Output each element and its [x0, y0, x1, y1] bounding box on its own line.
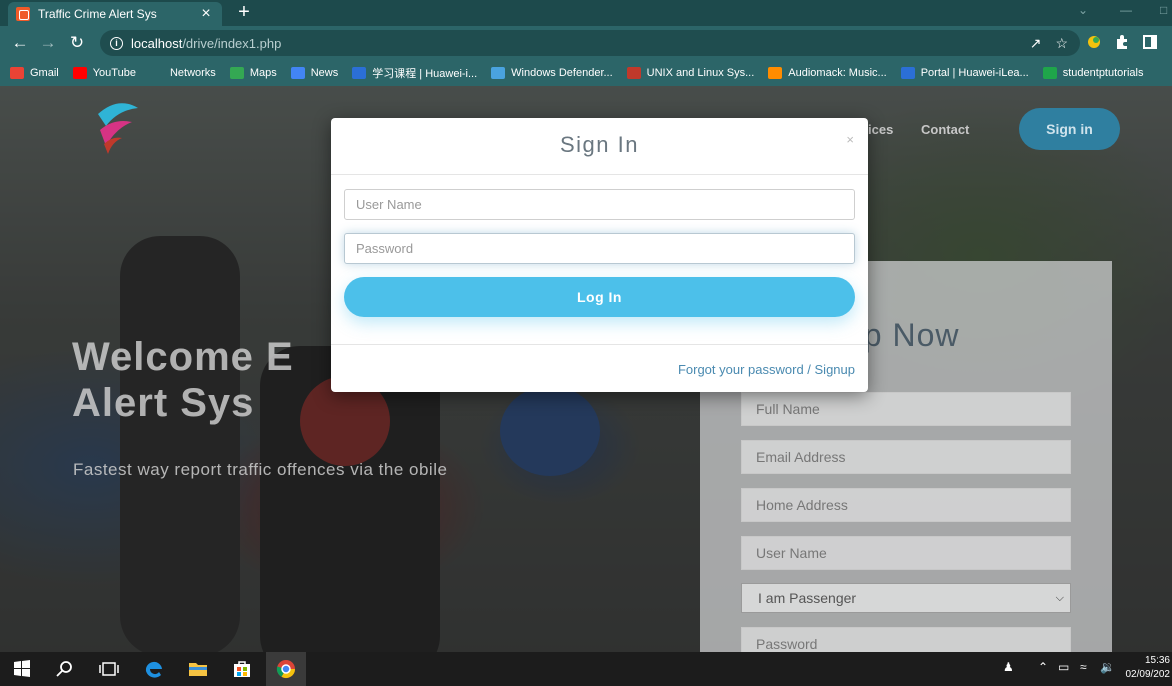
screen: Traffic Crime Alert Sys × + ⌄ — □ ← → ↻ …	[0, 0, 1172, 686]
email-field[interactable]: Email Address	[741, 440, 1071, 474]
bookmark-label: Gmail	[30, 67, 59, 79]
forgot-signup-link[interactable]: Forgot your password / Signup	[678, 362, 855, 377]
signin-modal: Sign In × User Name Password Log In Forg…	[331, 118, 868, 392]
signup-username-field[interactable]: User Name	[741, 536, 1071, 570]
chevron-down-icon: ⌵	[1055, 592, 1064, 604]
bookmark-item[interactable]: YouTube	[72, 67, 136, 79]
windows-start-icon[interactable]	[10, 657, 34, 681]
bookmark-item[interactable]: Gmail	[10, 67, 59, 79]
role-select[interactable]: I am Passenger ⌵	[741, 583, 1071, 613]
bookmark-label: studentptutorials	[1062, 67, 1144, 79]
audiomack-icon	[768, 67, 783, 79]
portal-icon	[900, 67, 915, 79]
site-info-icon[interactable]: i	[110, 36, 123, 50]
wifi-icon[interactable]: ≈	[1080, 660, 1087, 674]
bookmark-star-icon[interactable]: ☆	[1055, 35, 1068, 52]
modal-title: Sign In	[560, 132, 639, 157]
nav-services[interactable]: ices	[868, 122, 893, 137]
bookmark-label: News	[310, 67, 339, 79]
hero-title: Welcome E Alert Sys	[72, 335, 294, 425]
reload-icon[interactable]: ↻	[67, 33, 87, 53]
huawei-icon	[352, 67, 367, 79]
bookmark-label: 学习课程 | Huawei-i...	[372, 68, 478, 80]
bookmark-label: Audiomack: Music...	[788, 67, 887, 79]
extensions-puzzle-icon[interactable]	[1114, 34, 1130, 50]
minimize-icon[interactable]: —	[1120, 3, 1132, 17]
system-clock[interactable]: 15:36 02/09/202	[1120, 654, 1172, 682]
windows-taskbar: ♟ ⌃ ▭ ≈ 🔉 15:36 02/09/202	[0, 652, 1172, 686]
bookmarks-bar: Gmail YouTube Networks Maps News 学习课程 | Huawe…	[0, 60, 1172, 86]
networks-icon	[149, 67, 164, 79]
modal-footer: Forgot your password / Signup	[331, 344, 868, 392]
tab-search-icon[interactable]: ⌄	[1078, 3, 1088, 17]
xampp-favicon-icon	[16, 7, 30, 21]
hero-subtitle: Fastest way report traffic offences via …	[73, 460, 448, 479]
s-icon	[1042, 67, 1057, 79]
bookmark-item[interactable]: studentptutorials	[1042, 67, 1144, 79]
tab-close-icon[interactable]: ×	[198, 6, 214, 22]
gmail-icon	[10, 67, 24, 79]
url-path: /drive/index1.php	[182, 35, 282, 51]
battery-icon: ▭	[1058, 660, 1070, 674]
file-explorer-icon[interactable]	[186, 657, 210, 681]
bookmark-item[interactable]: Audiomack: Music...	[768, 67, 887, 79]
bookmark-label: Maps	[249, 67, 277, 79]
search-icon[interactable]	[53, 657, 77, 681]
tab-title: Traffic Crime Alert Sys	[38, 7, 157, 21]
browser-toolbar: ← → ↻ i localhost/drive/index1.php ↗ ☆	[0, 26, 1172, 60]
new-tab-button[interactable]: +	[234, 1, 254, 23]
news-icon	[290, 67, 305, 79]
maximize-icon[interactable]: □	[1160, 3, 1167, 17]
login-button[interactable]: Log In	[344, 277, 855, 317]
close-icon[interactable]: ×	[846, 132, 854, 147]
nav-contact[interactable]: Contact	[921, 122, 969, 137]
role-select-value: I am Passenger	[758, 590, 857, 606]
task-view-icon[interactable]	[97, 657, 121, 681]
share-icon[interactable]: ↗	[1030, 35, 1042, 52]
volume-icon[interactable]: 🔉	[1100, 660, 1115, 674]
unix-icon	[626, 67, 641, 79]
browser-tab[interactable]: Traffic Crime Alert Sys ×	[8, 2, 222, 26]
home-address-field[interactable]: Home Address	[741, 488, 1071, 522]
windows-icon	[491, 67, 506, 79]
bookmark-label: Networks	[169, 67, 216, 79]
bookmark-item[interactable]: 学习课程 | Huawei-i...	[352, 65, 477, 81]
bookmark-label: Windows Defender...	[511, 67, 613, 79]
address-bar[interactable]: i localhost/drive/index1.php ↗ ☆	[100, 30, 1080, 56]
bookmark-label: UNIX and Linux Sys...	[646, 67, 755, 79]
chevron-up-icon[interactable]: ⌃	[1038, 660, 1048, 674]
bookmark-item[interactable]: Windows Defender...	[491, 67, 613, 79]
store-icon[interactable]	[230, 657, 254, 681]
browser-tabbar: Traffic Crime Alert Sys × + ⌄ — □	[0, 0, 1172, 26]
bookmark-label: Portal | Huawei-iLea...	[920, 67, 1029, 79]
extension-colorful-icon[interactable]	[1086, 34, 1102, 50]
password-input[interactable]: Password	[344, 233, 855, 264]
bookmark-item[interactable]: Portal | Huawei-iLea...	[900, 67, 1029, 79]
username-input[interactable]: User Name	[344, 189, 855, 220]
edge-icon[interactable]	[142, 657, 166, 681]
forward-arrow-icon[interactable]: →	[38, 33, 58, 53]
people-icon[interactable]: ♟	[1003, 660, 1014, 674]
clock-date: 02/09/202	[1125, 669, 1171, 680]
chrome-icon[interactable]	[274, 657, 298, 681]
modal-header: Sign In ×	[331, 118, 868, 175]
back-arrow-icon[interactable]: ←	[10, 33, 30, 53]
site-logo-icon	[98, 103, 138, 154]
url-host: localhost	[131, 35, 183, 51]
bookmark-item[interactable]: Maps	[229, 67, 277, 79]
bookmark-label: YouTube	[92, 67, 136, 79]
bookmark-item[interactable]: Networks	[149, 67, 216, 79]
bookmark-item[interactable]: News	[290, 67, 339, 79]
side-panel-icon[interactable]	[1142, 34, 1158, 50]
clock-time: 15:36	[1144, 655, 1170, 666]
youtube-icon	[72, 67, 87, 79]
bookmark-item[interactable]: UNIX and Linux Sys...	[626, 67, 755, 79]
signup-password-field[interactable]: Password	[741, 627, 1071, 652]
header-signin-button[interactable]: Sign in	[1019, 108, 1120, 150]
fullname-field[interactable]: Full Name	[741, 392, 1071, 426]
maps-icon	[229, 67, 244, 79]
